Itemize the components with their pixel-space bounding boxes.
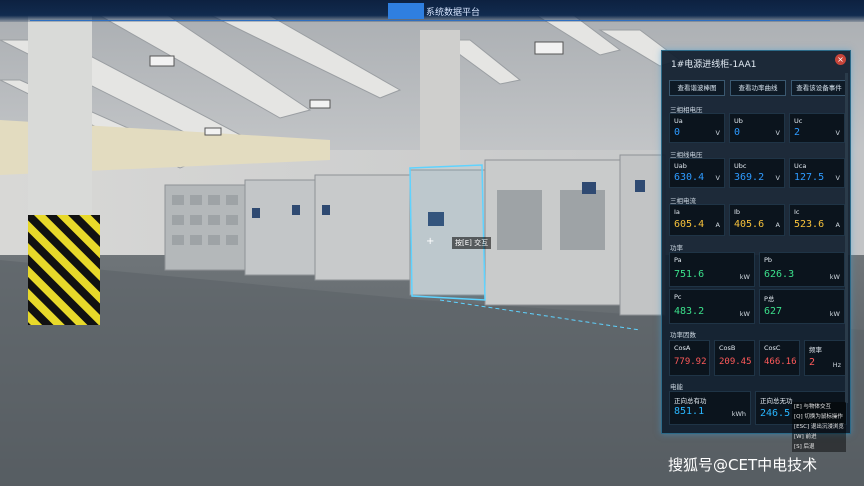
metric-label: Pa <box>674 256 682 264</box>
watermark-text: 搜狐号@CET中电技术 <box>668 456 818 474</box>
metric-card-uc: Uc 2 V <box>789 113 845 143</box>
metric-label: Ub <box>734 117 743 125</box>
metric-card-uca: Uca 127.5 V <box>789 158 845 188</box>
help-item: [S] 后退 <box>792 442 846 452</box>
header-title: 系统数据平台 <box>426 8 481 18</box>
metric-value: 209.45 <box>719 357 752 367</box>
metric-label: 频率 <box>809 346 822 354</box>
metric-card-pa: Pa 751.6 kW <box>669 252 755 287</box>
metric-label: CosA <box>674 344 691 352</box>
metric-card-ia: Ia 605.4 A <box>669 204 725 236</box>
metric-unit: kW <box>829 310 840 318</box>
metric-unit: V <box>715 174 720 182</box>
metric-unit: kWh <box>731 410 746 418</box>
view-harmonic-chart-button[interactable]: 查看谐波棒图 <box>669 80 725 96</box>
section-label-energy: 电能 <box>670 383 683 391</box>
section-label-power: 功率 <box>670 244 683 252</box>
metric-label: Uab <box>674 162 687 170</box>
view-power-curve-button[interactable]: 查看功率曲线 <box>730 80 786 96</box>
help-item: [ESC] 退出沉浸浏览 <box>792 422 846 432</box>
metric-unit: A <box>835 221 840 229</box>
metric-card-pc: Pc 483.2 kW <box>669 289 755 324</box>
metric-card-ic: Ic 523.6 A <box>789 204 845 236</box>
device-data-panel: 1#电源进线柜-1AA1 × 查看谐波棒图 查看功率曲线 查看该设备事件 三相相… <box>661 50 851 434</box>
metric-unit: V <box>835 174 840 182</box>
metric-unit: V <box>835 129 840 137</box>
metric-value: 2 <box>794 127 801 138</box>
keyboard-help-list: [E] 与物体交互 [Q] 切换为鼠标操作 [ESC] 退出沉浸浏览 [W] 前… <box>792 402 846 452</box>
metric-label: CosC <box>764 344 781 352</box>
metric-unit: V <box>775 174 780 182</box>
header-tab-indicator <box>388 3 424 19</box>
metric-label: Pc <box>674 293 682 301</box>
crosshair-icon: + <box>426 236 435 247</box>
metric-label: P总 <box>764 295 775 303</box>
metric-label: 正向总有功 <box>674 397 707 405</box>
metric-card-ubc: Ubc 369.2 V <box>729 158 785 188</box>
panel-title: 1#电源进线柜-1AA1 <box>671 60 757 70</box>
metric-value: 0 <box>734 127 741 138</box>
metric-label: Ib <box>734 208 741 216</box>
metric-card-ua: Ua 0 V <box>669 113 725 143</box>
metric-card-pb: Pb 626.3 kW <box>759 252 845 287</box>
metric-value: 0 <box>674 127 681 138</box>
metric-value: 2 <box>809 357 816 368</box>
metric-value: 523.6 <box>794 219 825 230</box>
header-divider <box>30 20 830 21</box>
metric-label: Uca <box>794 162 807 170</box>
metric-label: Ic <box>794 208 800 216</box>
metric-value: 851.1 <box>674 406 705 417</box>
section-label-power-factor: 功率因数 <box>670 331 696 339</box>
metric-label: CosB <box>719 344 736 352</box>
metric-label: Ubc <box>734 162 747 170</box>
metric-label: Ua <box>674 117 683 125</box>
metric-card-ib: Ib 405.6 A <box>729 204 785 236</box>
metric-value: 405.6 <box>734 219 765 230</box>
metric-label: Pb <box>764 256 773 264</box>
metric-card-uab: Uab 630.4 V <box>669 158 725 188</box>
metric-card-cosb: CosB 209.45 <box>714 340 755 376</box>
metric-card-frequency: 频率 2 Hz <box>804 340 846 376</box>
metric-value: 127.5 <box>794 172 825 183</box>
help-item: [Q] 切换为鼠标操作 <box>792 412 846 422</box>
metric-value: 627 <box>764 306 783 317</box>
panel-scrollbar[interactable] <box>845 73 848 403</box>
metric-value: 779.92 <box>674 357 707 367</box>
metric-unit: Hz <box>832 361 841 369</box>
help-item: [E] 与物体交互 <box>792 402 846 412</box>
help-item: [W] 前进 <box>792 432 846 442</box>
metric-unit: kW <box>739 310 750 318</box>
metric-card-ub: Ub 0 V <box>729 113 785 143</box>
metric-unit: V <box>775 129 780 137</box>
metric-unit: A <box>775 221 780 229</box>
metric-value: 751.6 <box>674 269 705 280</box>
metric-card-forward-active-energy: 正向总有功 851.1 kWh <box>669 391 751 425</box>
metric-value: 369.2 <box>734 172 765 183</box>
metric-unit: A <box>715 221 720 229</box>
metric-card-p-total: P总 627 kW <box>759 289 845 324</box>
metric-card-cosc: CosC 466.16 <box>759 340 800 376</box>
metric-label: Uc <box>794 117 803 125</box>
metric-label: 正向总无功 <box>760 397 793 405</box>
metric-value: 483.2 <box>674 306 705 317</box>
metric-value: 605.4 <box>674 219 705 230</box>
metric-value: 630.4 <box>674 172 705 183</box>
metric-unit: kW <box>829 273 840 281</box>
metric-unit: kW <box>739 273 750 281</box>
view-device-events-button[interactable]: 查看该设备事件 <box>791 80 847 96</box>
metric-value: 626.3 <box>764 269 795 280</box>
interact-prompt: 按[E] 交互 <box>452 237 492 249</box>
metric-label: Ia <box>674 208 680 216</box>
close-panel-button[interactable]: × <box>835 54 846 65</box>
metric-value: 246.5 <box>760 408 791 419</box>
metric-value: 466.16 <box>764 357 797 367</box>
metric-card-cosa: CosA 779.92 <box>669 340 710 376</box>
top-header-bar: 系统数据平台 <box>0 0 864 22</box>
metric-unit: V <box>715 129 720 137</box>
